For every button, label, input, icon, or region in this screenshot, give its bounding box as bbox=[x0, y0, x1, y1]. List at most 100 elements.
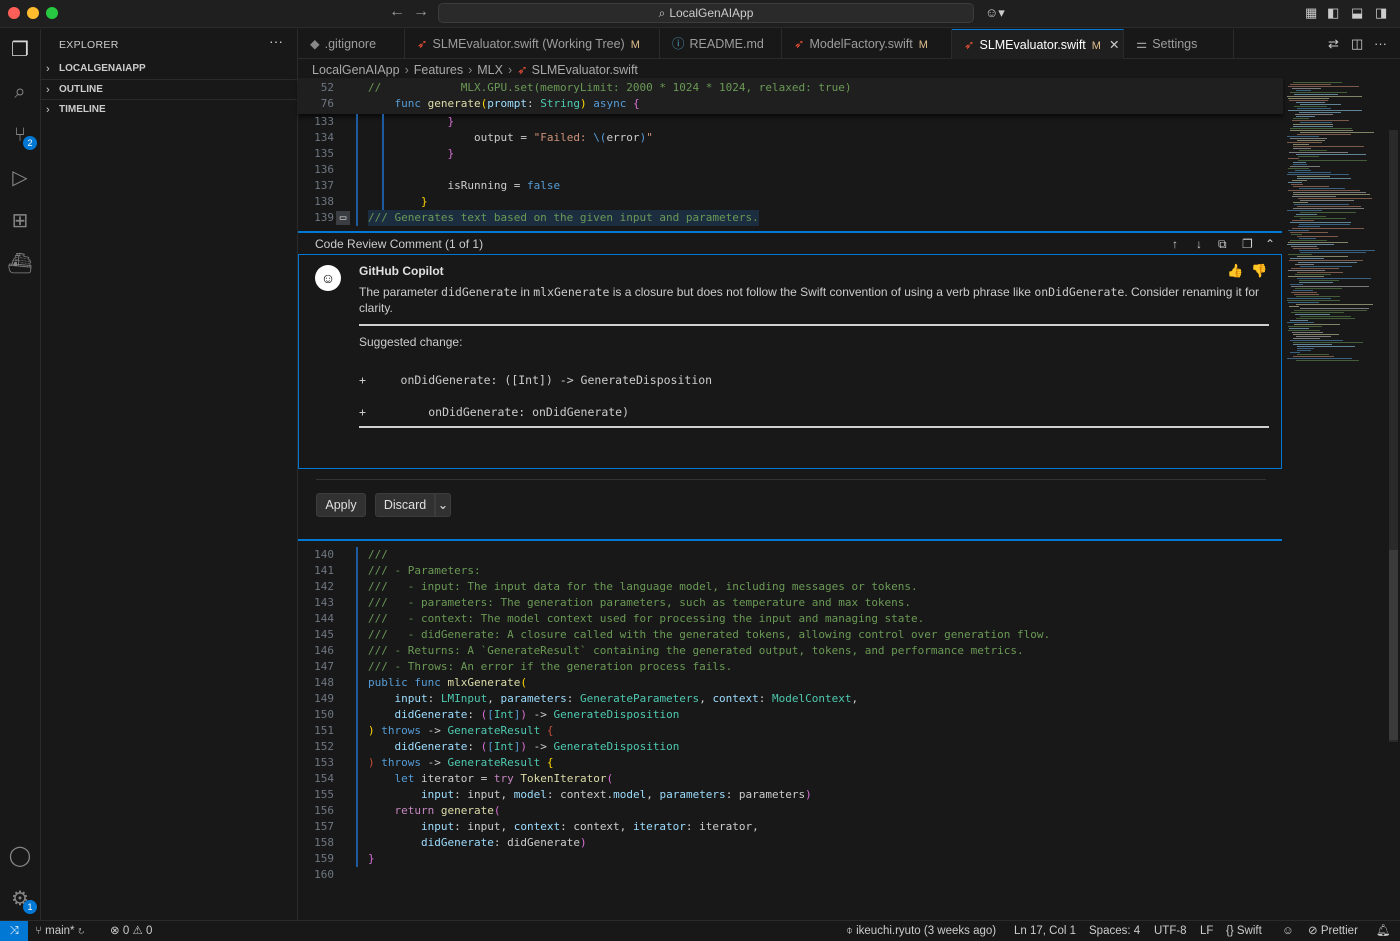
breadcrumb-item[interactable]: SLMEvaluator.swift bbox=[532, 63, 638, 77]
code-line[interactable]: 141 /// - Parameters: bbox=[298, 563, 480, 579]
more-actions-icon[interactable]: ··· bbox=[1374, 36, 1387, 51]
code-line[interactable]: 150 didGenerate: ([Int]) -> GenerateDisp… bbox=[298, 707, 679, 723]
divider bbox=[359, 426, 1269, 428]
extensions-icon[interactable]: ⊞ bbox=[7, 208, 33, 234]
code-line[interactable]: 145 /// - didGenerate: A closure called w… bbox=[298, 627, 1050, 643]
code-line[interactable]: 159} bbox=[298, 851, 375, 867]
code-line[interactable]: 140 /// bbox=[298, 547, 388, 563]
code-line[interactable]: 146 /// - Returns: A `GenerateResult` con… bbox=[298, 643, 1024, 659]
minimize-window-button[interactable] bbox=[27, 7, 39, 19]
section-outline[interactable]: › OUTLINE bbox=[41, 79, 297, 99]
tab-readme[interactable]: ⓘ README.md bbox=[660, 29, 782, 59]
code-line[interactable]: 142 /// - input: The input data for the l… bbox=[298, 579, 918, 595]
branch-status[interactable]: ⑂ main* ↻ bbox=[35, 921, 85, 941]
code-line[interactable]: 154 let iterator = try TokenIterator( bbox=[298, 771, 613, 787]
problems-status[interactable]: ⊗ 0 ⚠ 0 bbox=[110, 921, 152, 941]
account-icon[interactable]: ◯ bbox=[7, 843, 33, 869]
arrow-down-icon[interactable]: ↓ bbox=[1196, 233, 1202, 255]
indentation-status[interactable]: Spaces: 4 bbox=[1089, 921, 1140, 941]
thumbs-up-icon[interactable]: 👍 bbox=[1227, 263, 1243, 279]
toggle-panel-icon[interactable]: ⬓ bbox=[1351, 5, 1363, 21]
code-line[interactable]: 135 } bbox=[298, 146, 454, 162]
apply-button[interactable]: Apply bbox=[316, 493, 366, 517]
section-timeline[interactable]: › TIMELINE bbox=[41, 99, 297, 119]
notifications-bell-icon[interactable]: 🔔︎ bbox=[1376, 921, 1391, 941]
discard-button[interactable]: Discard bbox=[375, 493, 435, 517]
code-line[interactable]: 156 return generate( bbox=[298, 803, 500, 819]
tab-gitignore[interactable]: ◆ .gitignore bbox=[298, 29, 405, 59]
toggle-sidebar-icon[interactable]: ◧ bbox=[1327, 5, 1339, 21]
code-line[interactable]: 148 public func mlxGenerate( bbox=[298, 675, 527, 691]
code-line[interactable]: 143 /// - parameters: The generation para… bbox=[298, 595, 911, 611]
copilot-status-icon[interactable]: ☺ bbox=[1282, 921, 1294, 941]
search-icon[interactable]: ⌕ bbox=[7, 79, 33, 105]
code-line[interactable]: 137 isRunning = false bbox=[298, 178, 560, 194]
zoom-window-button[interactable] bbox=[46, 7, 58, 19]
command-center-search[interactable]: ⌕ LocalGenAIApp bbox=[438, 3, 974, 23]
code-line[interactable]: 144 /// - context: The model context used… bbox=[298, 611, 924, 627]
code-editor-bottom[interactable]: 140 /// 141 /// - Parameters: 142 /// - inp… bbox=[298, 547, 1283, 887]
tab-slmevaluator-working-tree[interactable]: ➶ SLMEvaluator.swift (Working Tree) M bbox=[405, 29, 660, 59]
breadcrumb-item[interactable]: LocalGenAIApp bbox=[312, 63, 400, 77]
comment-gutter-icon[interactable]: ▭ bbox=[336, 211, 350, 225]
code-line[interactable]: 153) throws -> GenerateResult { bbox=[298, 755, 553, 771]
explorer-icon[interactable]: ❐ bbox=[7, 37, 33, 63]
minimap[interactable] bbox=[1283, 78, 1388, 378]
code-line[interactable]: 76 func generate(prompt: String) async { bbox=[298, 96, 640, 112]
code-line[interactable]: 149 input: LMInput, parameters: Generate… bbox=[298, 691, 858, 707]
remote-indicator-icon[interactable]: ⤨ bbox=[0, 921, 28, 941]
language-status[interactable]: {} Swift bbox=[1226, 921, 1262, 941]
forward-arrow-icon[interactable]: → bbox=[413, 3, 429, 21]
tab-slmevaluator[interactable]: ➶ SLMEvaluator.swift M ✕ bbox=[952, 29, 1124, 59]
code-line[interactable]: 134 output = "Failed: \(error)" bbox=[298, 130, 653, 146]
section-localgenaiapp[interactable]: › LOCALGENAIAPP bbox=[41, 59, 297, 79]
more-actions-icon[interactable]: ··· bbox=[269, 33, 283, 49]
code-text: } bbox=[368, 852, 375, 865]
arrow-up-icon[interactable]: ↑ bbox=[1172, 233, 1178, 255]
breadcrumb-item[interactable]: Features bbox=[414, 63, 463, 77]
code-line[interactable]: 157 input: input, context: context, iter… bbox=[298, 819, 759, 835]
view-in-chat-icon[interactable]: ⧉ bbox=[1218, 233, 1227, 255]
collapse-icon[interactable]: ⌃ bbox=[1265, 233, 1275, 255]
code-line[interactable]: 152 didGenerate: ([Int]) -> GenerateDisp… bbox=[298, 739, 679, 755]
docker-icon[interactable]: ⛴ bbox=[7, 251, 33, 277]
cursor-position[interactable]: Ln 17, Col 1 bbox=[1014, 921, 1076, 941]
code-line[interactable]: 138 } bbox=[298, 194, 427, 210]
code-line[interactable]: 155 input: input, model: context.model, … bbox=[298, 787, 812, 803]
window-title: LocalGenAIApp bbox=[669, 6, 754, 20]
code-editor-top[interactable]: 133 } 134 output = "Failed: \(error)" 13… bbox=[298, 114, 1283, 230]
code-line[interactable]: 139 ▭ /// Generates text based on the give… bbox=[298, 210, 1283, 226]
code-line[interactable]: 147 /// - Throws: An error if the generat… bbox=[298, 659, 732, 675]
copilot-icon[interactable]: ☺▾ bbox=[985, 5, 1005, 21]
breadcrumb-item[interactable]: MLX bbox=[477, 63, 503, 77]
settings-gear-icon[interactable]: ⚙ 1 bbox=[7, 886, 37, 914]
customize-layout-icon[interactable]: ▦ bbox=[1305, 5, 1317, 21]
open-changes-icon[interactable]: ⇄ bbox=[1328, 36, 1339, 52]
code-line[interactable]: 133 } bbox=[298, 114, 454, 130]
back-arrow-icon[interactable]: ← bbox=[389, 3, 405, 21]
close-window-button[interactable] bbox=[8, 7, 20, 19]
line-number: 151 bbox=[314, 724, 334, 737]
scrollbar-thumb[interactable] bbox=[1389, 550, 1398, 740]
eol-status[interactable]: LF bbox=[1200, 921, 1213, 941]
prettier-status[interactable]: ⊘ Prettier bbox=[1308, 921, 1358, 941]
code-line[interactable]: 160 bbox=[298, 867, 334, 883]
code-line[interactable]: 151) throws -> GenerateResult { bbox=[298, 723, 553, 739]
code-line[interactable]: 136 bbox=[298, 162, 334, 178]
split-editor-icon[interactable]: ◫ bbox=[1351, 36, 1363, 52]
chevron-down-icon[interactable]: ⌄ bbox=[435, 493, 451, 517]
run-debug-icon[interactable]: ▷ bbox=[7, 165, 33, 191]
minimap-line bbox=[1293, 208, 1364, 209]
source-control-icon[interactable]: ⑂ 2 bbox=[7, 122, 37, 150]
tab-modelfactory[interactable]: ➶ ModelFactory.swift M bbox=[782, 29, 952, 59]
git-blame-status[interactable]: ⌽ ikeuchi.ryuto (3 weeks ago) bbox=[846, 921, 996, 941]
tab-settings[interactable]: ⚌ Settings bbox=[1124, 29, 1234, 59]
toggle-secondary-sidebar-icon[interactable]: ◨ bbox=[1375, 5, 1387, 21]
code-line[interactable]: 52 // MLX.GPU.set(memoryLimit: 2000 * 102… bbox=[298, 80, 852, 96]
copy-icon[interactable]: ❐ bbox=[1242, 233, 1253, 255]
vertical-scrollbar[interactable] bbox=[1389, 130, 1398, 742]
thumbs-down-icon[interactable]: 👎 bbox=[1251, 263, 1267, 279]
encoding-status[interactable]: UTF-8 bbox=[1154, 921, 1187, 941]
code-line[interactable]: 158 didGenerate: didGenerate) bbox=[298, 835, 586, 851]
close-tab-icon[interactable]: ✕ bbox=[1109, 38, 1119, 52]
